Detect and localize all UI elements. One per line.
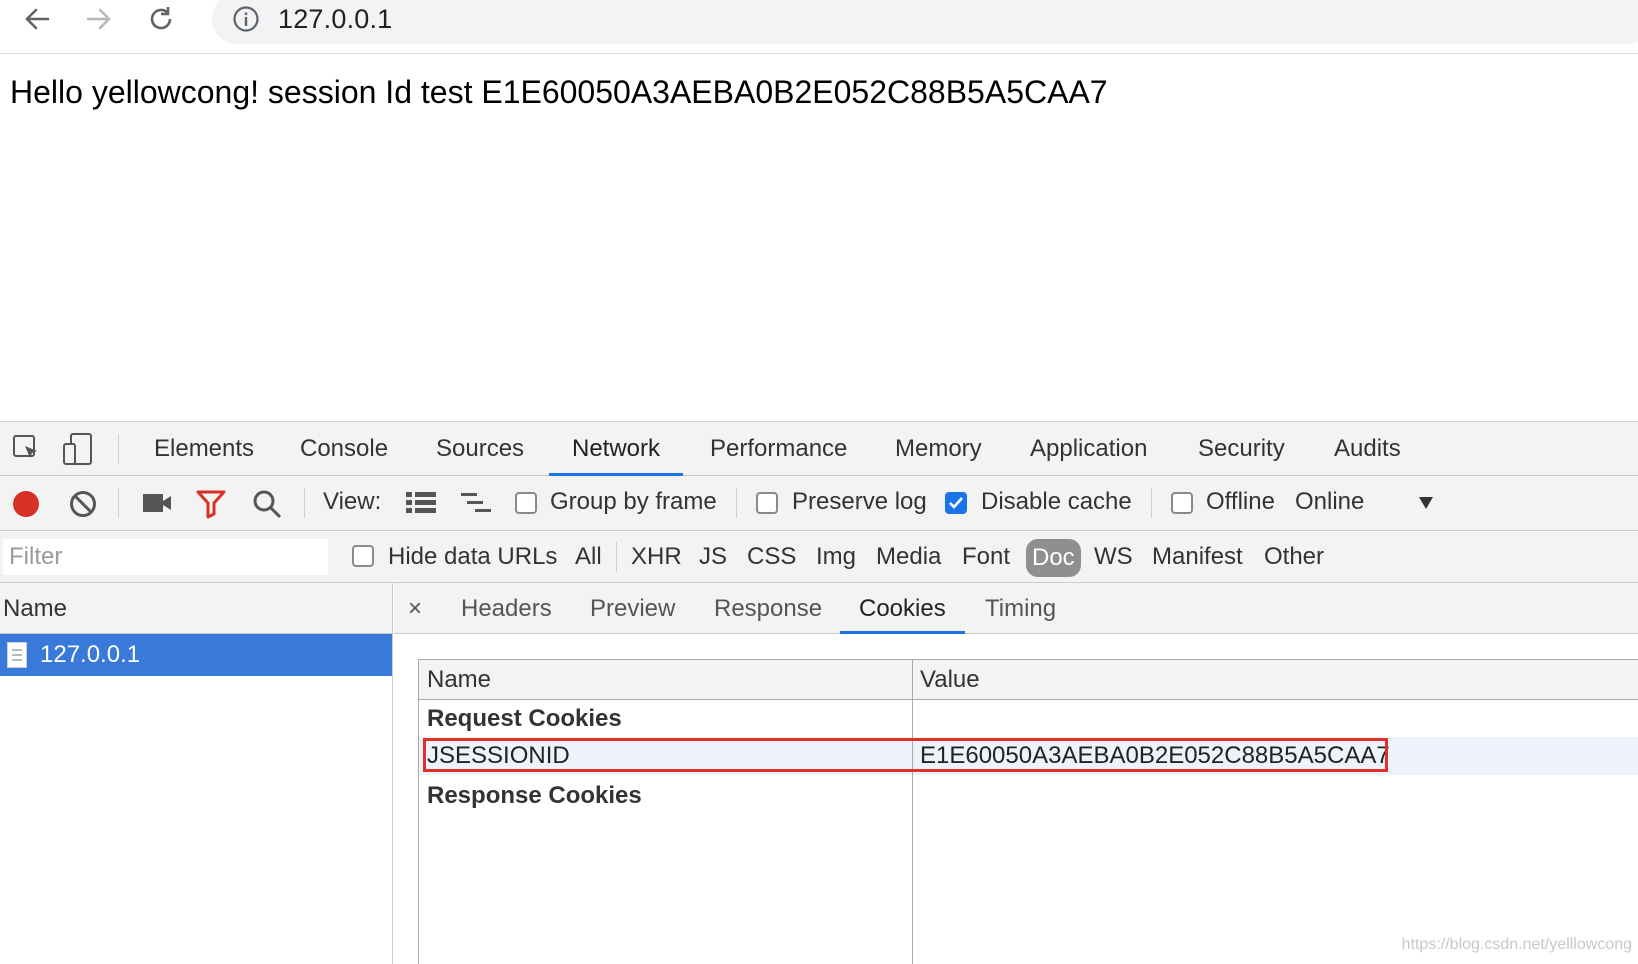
disable-cache-checkbox[interactable] bbox=[945, 492, 967, 514]
device-toolbar-icon[interactable] bbox=[62, 432, 94, 466]
document-icon bbox=[7, 642, 27, 668]
tab-preview[interactable]: Preview bbox=[590, 583, 675, 634]
filter-type-all[interactable]: All bbox=[575, 531, 602, 583]
filter-funnel-icon[interactable] bbox=[196, 489, 226, 519]
request-name: 127.0.0.1 bbox=[40, 641, 141, 668]
back-button[interactable] bbox=[20, 2, 54, 36]
detail-tab-bar: × Headers Preview Response Cookies Timin… bbox=[394, 583, 1638, 634]
record-icon[interactable] bbox=[11, 489, 41, 519]
filter-type-css[interactable]: CSS bbox=[747, 531, 796, 583]
request-detail-panel: × Headers Preview Response Cookies Timin… bbox=[394, 583, 1638, 964]
tab-console[interactable]: Console bbox=[300, 422, 388, 476]
group-by-frame-label: Group by frame bbox=[550, 488, 717, 515]
filter-type-other[interactable]: Other bbox=[1264, 531, 1324, 583]
tab-cookies[interactable]: Cookies bbox=[840, 583, 965, 634]
close-icon[interactable]: × bbox=[408, 583, 422, 634]
toolbar-divider bbox=[118, 434, 119, 464]
toolbar-divider bbox=[118, 488, 119, 518]
devtools-panel: Elements Console Sources Network Perform… bbox=[0, 421, 1638, 964]
hide-data-urls-label: Hide data URLs bbox=[388, 543, 558, 570]
view-label: View: bbox=[323, 488, 382, 515]
group-by-frame-checkbox[interactable] bbox=[515, 492, 537, 514]
column-header-value[interactable]: Value bbox=[920, 660, 980, 700]
column-header-name[interactable]: Name bbox=[427, 660, 491, 700]
tab-application[interactable]: Application bbox=[1030, 422, 1147, 476]
clear-icon[interactable] bbox=[68, 489, 98, 519]
filter-type-xhr[interactable]: XHR bbox=[631, 531, 682, 583]
filter-type-manifest[interactable]: Manifest bbox=[1152, 531, 1243, 583]
filter-type-js[interactable]: JS bbox=[699, 531, 727, 583]
waterfall-icon[interactable] bbox=[461, 491, 493, 515]
preserve-log-checkbox[interactable] bbox=[756, 492, 778, 514]
preserve-log-label: Preserve log bbox=[792, 488, 927, 515]
cookies-table-header: Name Value bbox=[419, 660, 1638, 700]
hide-data-urls-checkbox[interactable] bbox=[352, 545, 374, 567]
screenshot-video-icon[interactable] bbox=[142, 491, 172, 515]
cookies-table: Name Value Request Cookies JSESSIONID E1… bbox=[418, 659, 1638, 964]
tab-memory[interactable]: Memory bbox=[895, 422, 982, 476]
request-list-name-header[interactable]: Name bbox=[0, 583, 392, 634]
watermark: https://blog.csdn.net/yelllowcong bbox=[1401, 936, 1632, 953]
reload-icon bbox=[150, 7, 172, 30]
large-rows-icon[interactable] bbox=[406, 491, 436, 515]
devtools-tab-bar: Elements Console Sources Network Perform… bbox=[0, 422, 1638, 476]
request-cookies-group: Request Cookies bbox=[427, 705, 622, 732]
tab-timing[interactable]: Timing bbox=[985, 583, 1056, 634]
inspect-element-icon[interactable] bbox=[12, 434, 42, 464]
filter-input[interactable] bbox=[3, 539, 328, 575]
request-list: Name 127.0.0.1 bbox=[0, 583, 393, 964]
tab-response[interactable]: Response bbox=[714, 583, 822, 634]
url-text[interactable]: 127.0.0.1 bbox=[278, 4, 392, 35]
search-icon[interactable] bbox=[252, 489, 282, 519]
tab-sources[interactable]: Sources bbox=[436, 422, 524, 476]
toolbar-divider bbox=[736, 488, 737, 518]
disable-cache-label: Disable cache bbox=[981, 488, 1132, 515]
tab-headers[interactable]: Headers bbox=[461, 583, 552, 634]
column-divider bbox=[912, 660, 913, 964]
network-toolbar: View: Group by frame Preserve log Disabl… bbox=[0, 476, 1638, 531]
response-cookies-group: Response Cookies bbox=[427, 782, 642, 809]
highlight-annotation-box bbox=[423, 738, 1388, 772]
filter-type-ws[interactable]: WS bbox=[1094, 531, 1133, 583]
toolbar-divider bbox=[304, 488, 305, 518]
throttling-select[interactable]: Online bbox=[1295, 488, 1364, 516]
back-arrow-icon bbox=[25, 8, 50, 30]
reload-button[interactable] bbox=[144, 2, 178, 36]
tab-elements[interactable]: Elements bbox=[154, 422, 254, 476]
tab-audits[interactable]: Audits bbox=[1334, 422, 1401, 476]
browser-toolbar: 127.0.0.1 bbox=[0, 0, 1638, 54]
filter-bar: Hide data URLs All XHR JS CSS Img Media … bbox=[0, 531, 1638, 583]
forward-arrow-icon bbox=[86, 8, 111, 30]
toolbar-divider bbox=[616, 542, 617, 572]
offline-label: Offline bbox=[1206, 488, 1275, 515]
forward-button[interactable] bbox=[82, 2, 116, 36]
tab-security[interactable]: Security bbox=[1198, 422, 1285, 476]
filter-type-doc[interactable]: Doc bbox=[1026, 539, 1081, 577]
address-bar[interactable] bbox=[212, 0, 1638, 44]
toolbar-divider bbox=[1151, 488, 1152, 518]
tab-performance[interactable]: Performance bbox=[710, 422, 847, 476]
filter-type-img[interactable]: Img bbox=[816, 531, 856, 583]
tab-network[interactable]: Network bbox=[549, 422, 684, 476]
info-icon[interactable] bbox=[232, 5, 260, 33]
request-row[interactable]: 127.0.0.1 bbox=[0, 634, 392, 676]
dropdown-arrow-icon[interactable] bbox=[1418, 496, 1434, 510]
page-body-text: Hello yellowcong! session Id test E1E600… bbox=[10, 74, 1108, 110]
checkmark-icon bbox=[949, 497, 963, 509]
filter-type-media[interactable]: Media bbox=[876, 531, 941, 583]
filter-type-font[interactable]: Font bbox=[962, 531, 1010, 583]
offline-checkbox[interactable] bbox=[1171, 492, 1193, 514]
